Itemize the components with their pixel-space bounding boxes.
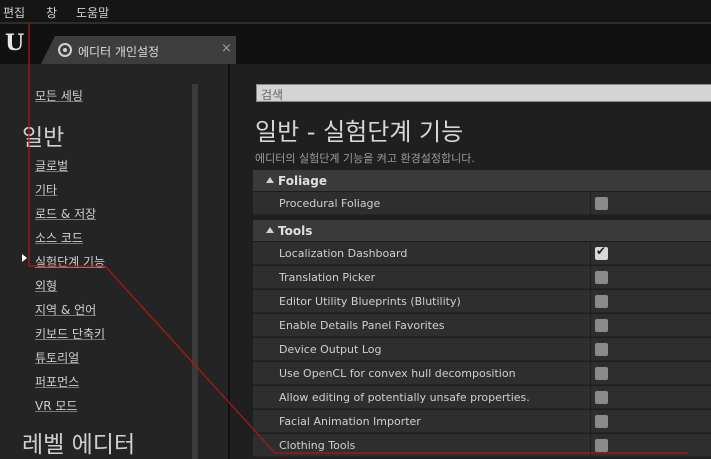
row-divider	[590, 410, 591, 433]
menu-help[interactable]: 도움말	[76, 4, 109, 21]
sidebar-item-misc[interactable]: 기타	[35, 181, 57, 198]
setting-label: Localization Dashboard	[279, 247, 408, 260]
tab-close-icon[interactable]: ×	[221, 41, 232, 56]
sidebar-heading-general: 일반	[22, 125, 65, 151]
checkbox-procedural-foliage[interactable]	[595, 197, 608, 210]
search-input[interactable]: 검색	[256, 84, 711, 102]
checkbox-translation-picker[interactable]	[595, 271, 608, 284]
selected-arrow-icon	[22, 254, 27, 262]
sidebar-item-appearance[interactable]: 외형	[35, 277, 57, 294]
page-subtitle: 에디터의 실험단계 기능을 켜고 환경설정합니다.	[255, 152, 475, 165]
sidebar-item-experimental[interactable]: 실험단계 기능	[35, 253, 105, 270]
sidebar-all-settings[interactable]: 모든 세팅	[35, 87, 83, 104]
category-label: Tools	[278, 224, 313, 238]
sidebar-scrollbar[interactable]	[192, 84, 198, 459]
checkbox-editor-utility-blueprints[interactable]	[595, 295, 608, 308]
setting-label: Use OpenCL for convex hull decomposition	[279, 367, 516, 380]
row-divider	[590, 192, 591, 215]
sidebar-item-tutorials[interactable]: 튜토리얼	[35, 349, 79, 366]
menu-bar: 편집 창 도움말	[0, 0, 711, 22]
setting-label: Editor Utility Blueprints (Blutility)	[279, 295, 461, 308]
sidebar-item-vr-mode[interactable]: VR 모드	[35, 397, 77, 414]
sidebar-item-region-language[interactable]: 지역 & 언어	[35, 301, 96, 318]
row-divider	[590, 314, 591, 337]
sidebar-item-performance[interactable]: 퍼포먼스	[35, 373, 79, 390]
checkbox-facial-animation-importer[interactable]	[595, 415, 608, 428]
row-divider	[590, 266, 591, 289]
category-label: Foliage	[278, 174, 328, 188]
checkbox-unsafe-properties[interactable]	[595, 391, 608, 404]
row-divider	[590, 242, 591, 265]
setting-label: Enable Details Panel Favorites	[279, 319, 445, 332]
sidebar-item-source-code[interactable]: 소스 코드	[35, 229, 83, 246]
page-title: 일반 - 실험단계 기능	[255, 118, 464, 146]
row-divider	[590, 338, 591, 361]
setting-label: Facial Animation Importer	[279, 415, 421, 428]
checkmark-icon: ✔	[596, 244, 607, 258]
settings-icon	[58, 43, 72, 57]
setting-label: Translation Picker	[279, 271, 376, 284]
menu-window[interactable]: 창	[46, 4, 57, 21]
sidebar-item-global[interactable]: 글로벌	[35, 157, 68, 174]
tab-title: 에디터 개인설정	[78, 45, 160, 59]
row-divider	[590, 434, 591, 457]
collapse-triangle-icon[interactable]	[266, 177, 274, 183]
checkbox-details-panel-favorites[interactable]	[595, 319, 608, 332]
sidebar-item-keyboard-shortcuts[interactable]: 키보드 단축키	[35, 325, 105, 342]
setting-label: Device Output Log	[279, 343, 382, 356]
setting-label: Allow editing of potentially unsafe prop…	[279, 391, 530, 404]
menu-edit[interactable]: 편집	[3, 4, 25, 21]
setting-label: Clothing Tools	[279, 439, 356, 452]
sidebar-item-loading-saving[interactable]: 로드 & 저장	[35, 205, 96, 222]
checkbox-clothing-tools[interactable]	[595, 439, 608, 452]
checkbox-opencl-convex-hull[interactable]	[595, 367, 608, 380]
setting-label: Procedural Foliage	[279, 197, 381, 210]
row-divider	[590, 290, 591, 313]
checkbox-localization-dashboard[interactable]: ✔	[595, 244, 608, 260]
row-divider	[590, 362, 591, 385]
category-header-tools[interactable]	[253, 220, 711, 242]
unreal-logo-icon: U	[5, 30, 25, 56]
row-divider	[590, 386, 591, 409]
sidebar-heading-level-editor: 레벨 에디터	[22, 432, 136, 458]
checkbox-device-output-log[interactable]	[595, 343, 608, 356]
collapse-triangle-icon[interactable]	[266, 227, 274, 233]
